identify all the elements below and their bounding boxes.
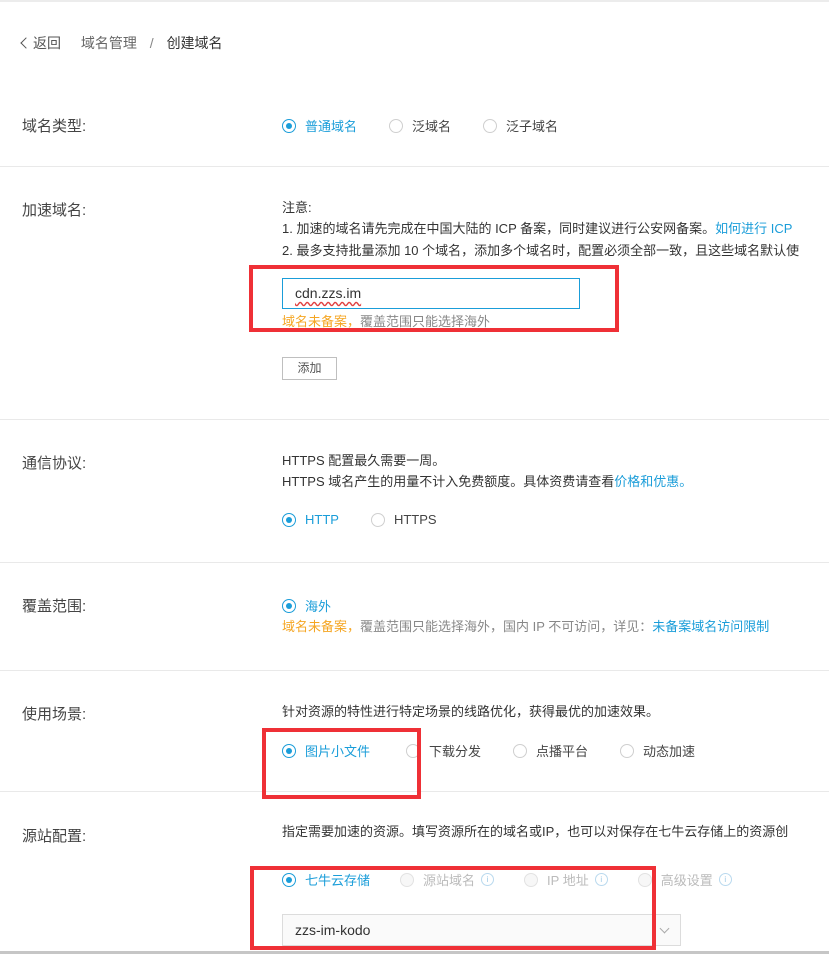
domain-input[interactable]: cdn.zzs.im [282, 278, 580, 309]
radio-label: 泛子域名 [506, 119, 559, 134]
radio-label: 七牛云存储 [305, 873, 371, 888]
note-line-1: 1. 加速的域名请先完成在中国大陆的 ICP 备案，同时建议进行公安网备案。如何… [282, 219, 792, 239]
chevron-left-icon [20, 37, 32, 49]
radio-circle [282, 512, 296, 527]
radio-label: 图片小文件 [305, 744, 371, 759]
protocol-line-1: HTTPS 配置最久需要一周。 [282, 453, 446, 468]
radio-label: 动态加速 [643, 744, 696, 759]
radio-label: 点播平台 [536, 744, 589, 759]
warning-text: 覆盖范围只能选择海外 [360, 314, 491, 329]
domain-warning: 域名未备案，覆盖范围只能选择海外 [282, 312, 490, 332]
protocol-line-2-text: HTTPS 域名产生的用量不计入免费额度。具体资费请查看 [282, 474, 615, 489]
warning-orange-text: 域名未备案， [282, 619, 361, 634]
radio-ip-address[interactable]: IP 地址 i [524, 870, 608, 889]
radio-circle [620, 743, 635, 758]
icp-guide-link[interactable]: 如何进行 ICP [715, 221, 792, 236]
radio-circle [282, 872, 296, 887]
info-icon[interactable]: i [594, 873, 608, 886]
breadcrumb-separator: / [149, 35, 154, 51]
note-line-2: 2. 最多支持批量添加 10 个域名，添加多个域名时，配置必须全部一致，且这些域… [282, 243, 800, 258]
radio-wildcard-domain[interactable]: 泛域名 [389, 116, 451, 135]
radio-circle [524, 872, 539, 887]
back-label: 返回 [33, 35, 61, 51]
radio-https[interactable]: HTTPS [370, 512, 437, 527]
radio-label: 高级设置 [660, 873, 713, 888]
radio-label: 普通域名 [305, 119, 358, 134]
note-title: 注意: [282, 200, 312, 215]
bucket-select[interactable]: zzs-im-kodo [282, 914, 681, 946]
radio-label: HTTPS [393, 512, 437, 527]
radio-circle [282, 598, 296, 613]
radio-vod[interactable]: 点播平台 [513, 741, 588, 760]
radio-normal-domain[interactable]: 普通域名 [282, 116, 357, 135]
radio-label: HTTP [305, 512, 339, 527]
protocol-radio-group: HTTP HTTPS [282, 512, 469, 527]
domain-type-radio-group: 普通域名 泛域名 泛子域名 [282, 116, 590, 135]
radio-circle [370, 512, 385, 527]
radio-small-files[interactable]: 图片小文件 [282, 741, 370, 760]
radio-circle [406, 743, 421, 758]
radio-origin-domain[interactable]: 源站域名 i [400, 870, 495, 889]
origin-label: 源站配置: [22, 828, 87, 845]
radio-label: IP 地址 [547, 873, 589, 888]
section-divider [0, 791, 829, 792]
radio-label: 下载分发 [429, 744, 482, 759]
scenario-radio-group: 图片小文件 下载分发 点播平台 动态加速 [282, 741, 727, 760]
scenario-desc: 针对资源的特性进行特定场景的线路优化，获得最优的加速效果。 [282, 704, 660, 719]
accel-domain-label: 加速域名: [22, 202, 87, 219]
radio-wildcard-subdomain[interactable]: 泛子域名 [483, 116, 558, 135]
radio-overseas[interactable]: 海外 [282, 596, 331, 615]
breadcrumb-parent[interactable]: 域名管理 [81, 35, 137, 51]
warning-text: 覆盖范围只能选择海外，国内 IP 不可访问，详见： [360, 619, 653, 634]
unregistered-limit-link[interactable]: 未备案域名访问限制 [652, 619, 769, 634]
radio-circle [389, 118, 404, 133]
section-divider [0, 670, 829, 671]
highlight-box-scenario [262, 728, 421, 799]
radio-dynamic[interactable]: 动态加速 [620, 741, 695, 760]
origin-radio-group: 七牛云存储 源站域名 i IP 地址 i 高级设置 i [282, 870, 764, 889]
top-border [0, 0, 829, 2]
breadcrumb: 返回 域名管理 / 创建域名 [20, 33, 223, 53]
coverage-label: 覆盖范围: [22, 598, 87, 615]
radio-label: 泛域名 [412, 119, 452, 134]
scenario-label: 使用场景: [22, 706, 87, 723]
radio-label: 源站域名 [423, 873, 476, 888]
origin-desc: 指定需要加速的资源。填写资源所在的域名或IP，也可以对保存在七牛云存储上的资源创 [282, 824, 789, 839]
note-line-1-text: 1. 加速的域名请先完成在中国大陆的 ICP 备案，同时建议进行公安网备案。 [282, 221, 716, 236]
warning-orange-text: 域名未备案， [282, 314, 361, 329]
section-divider [0, 562, 829, 563]
coverage-warning: 域名未备案，覆盖范围只能选择海外，国内 IP 不可访问，详见：未备案域名访问限制 [282, 617, 769, 637]
add-domain-button[interactable]: 添加 [282, 357, 337, 380]
back-link[interactable]: 返回 [20, 35, 61, 51]
protocol-label: 通信协议: [22, 455, 87, 472]
radio-circle [282, 743, 296, 758]
radio-circle [483, 118, 498, 133]
radio-circle [637, 872, 652, 887]
radio-label: 海外 [305, 599, 332, 614]
radio-http[interactable]: HTTP [282, 512, 339, 527]
radio-circle [400, 872, 415, 887]
pricing-link[interactable]: 价格和优惠。 [614, 474, 692, 489]
bucket-select-value: zzs-im-kodo [295, 922, 371, 938]
domain-input-value: cdn.zzs.im [295, 285, 362, 301]
domain-type-label: 域名类型: [22, 118, 87, 135]
radio-circle [513, 743, 528, 758]
info-icon[interactable]: i [718, 873, 732, 886]
radio-circle [282, 118, 296, 133]
section-divider [0, 419, 829, 420]
radio-advanced[interactable]: 高级设置 i [637, 870, 732, 889]
chevron-down-icon [659, 923, 670, 934]
radio-download[interactable]: 下载分发 [406, 741, 481, 760]
protocol-line-2: HTTPS 域名产生的用量不计入免费额度。具体资费请查看价格和优惠。 [282, 472, 692, 492]
coverage-radio-group: 海外 [282, 596, 363, 615]
section-divider [0, 166, 829, 167]
breadcrumb-current: 创建域名 [166, 35, 223, 51]
info-icon[interactable]: i [481, 873, 495, 886]
radio-qiniu-storage[interactable]: 七牛云存储 [282, 870, 370, 889]
